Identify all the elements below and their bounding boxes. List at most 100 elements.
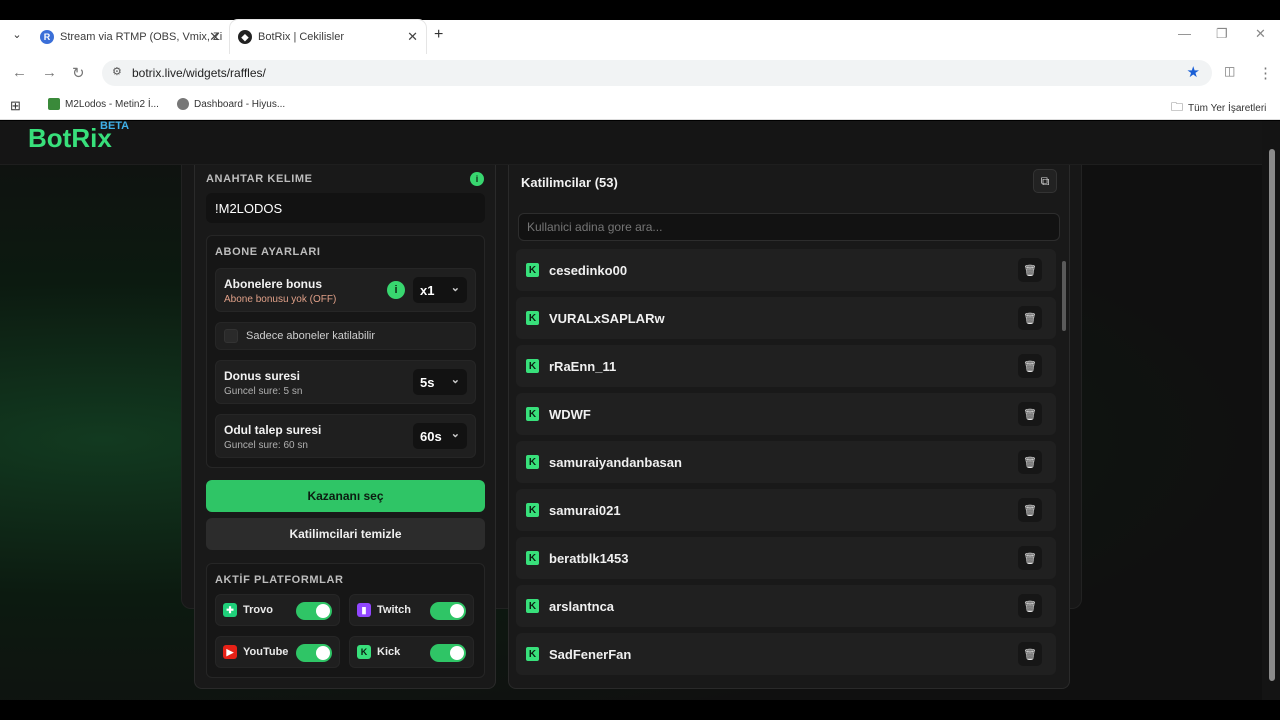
twitch-toggle[interactable] bbox=[430, 602, 466, 620]
platform-name: Trovo bbox=[243, 604, 273, 616]
active-platforms-box: AKTİF PLATFORMLAR ✚ Trovo ▮ Twitch ▶ You… bbox=[206, 563, 485, 678]
trash-icon[interactable]: 🗑 bbox=[1018, 498, 1042, 522]
page-scrollbar-thumb[interactable] bbox=[1269, 149, 1275, 681]
return-time-value: 5s bbox=[420, 374, 435, 390]
participant-item[interactable]: Kberatblk1453 🗑 bbox=[516, 537, 1056, 579]
participants-title: Katilimcilar (53) bbox=[521, 175, 618, 190]
participant-item[interactable]: K VURALxSAPLARw 🗑 bbox=[516, 297, 1056, 339]
active-platforms-label: AKTİF PLATFORMLAR bbox=[215, 574, 344, 586]
kick-icon: K bbox=[526, 599, 539, 613]
close-tab-icon[interactable]: ✕ bbox=[209, 29, 220, 45]
all-bookmarks-folder[interactable]: 🗀 Tüm Yer İşaretleri bbox=[1171, 98, 1266, 119]
new-tab-icon[interactable]: + bbox=[434, 26, 443, 44]
app-header: BotRix BETA bbox=[0, 121, 1262, 165]
url-text: botrix.live/widgets/raffles/ bbox=[132, 66, 266, 80]
copy-icon[interactable]: ⧉ bbox=[1033, 169, 1057, 193]
platform-name: Twitch bbox=[377, 604, 412, 616]
restore-icon[interactable]: ❐ bbox=[1216, 26, 1228, 42]
kick-icon: K bbox=[526, 503, 539, 517]
twitch-icon: ▮ bbox=[357, 603, 371, 617]
participant-item[interactable]: K WDWF 🗑 bbox=[516, 393, 1056, 435]
subscriber-settings-label: ABONE AYARLARI bbox=[215, 246, 321, 258]
botrix-favicon-icon: ◆ bbox=[238, 30, 252, 44]
apps-grid-icon[interactable]: ⊞ bbox=[10, 98, 21, 114]
subscribers-only-checkbox[interactable] bbox=[224, 329, 238, 343]
back-icon[interactable]: ← bbox=[12, 64, 27, 81]
trash-icon[interactable]: 🗑 bbox=[1018, 642, 1042, 666]
trash-icon[interactable]: 🗑 bbox=[1018, 450, 1042, 474]
return-time-select[interactable]: 5s ⌄ bbox=[413, 369, 467, 395]
rtmp-favicon-icon: R bbox=[40, 30, 54, 44]
tab-search-dropdown[interactable]: ⌄ bbox=[8, 28, 26, 46]
bookmark-label: Dashboard - Hiyus... bbox=[194, 98, 286, 110]
globe-icon bbox=[177, 98, 189, 110]
subscriber-bonus-select[interactable]: x1 ⌄ bbox=[413, 277, 467, 303]
kick-toggle[interactable] bbox=[430, 644, 466, 662]
extension-icon[interactable]: ◫ bbox=[1224, 64, 1235, 78]
participant-search-input[interactable] bbox=[518, 213, 1060, 241]
participant-list-scrollbar[interactable] bbox=[1062, 261, 1066, 331]
return-time-title: Donus suresi bbox=[224, 369, 301, 383]
claim-time-select[interactable]: 60s ⌄ bbox=[413, 423, 467, 449]
tab-stream-rtmp[interactable]: R Stream via RTMP (OBS, Vmix, Zi ✕ bbox=[32, 20, 228, 54]
participant-username: beratblk1453 bbox=[549, 550, 629, 566]
participant-username: arslantnca bbox=[549, 598, 615, 614]
close-window-icon[interactable]: ✕ bbox=[1255, 26, 1266, 42]
subscriber-bonus-info-icon[interactable]: i bbox=[387, 281, 405, 299]
platform-twitch: ▮ Twitch bbox=[349, 594, 474, 626]
trovo-icon: ✚ bbox=[223, 603, 237, 617]
participant-list: Kcesedinko00 🗑 K VURALxSAPLARw 🗑 KrRaEnn_11 🗑 K… bbox=[516, 249, 1058, 681]
menu-icon[interactable]: ⋮ bbox=[1258, 64, 1273, 82]
trash-icon[interactable]: 🗑 bbox=[1018, 258, 1042, 282]
keyword-input[interactable]: !M2LODOS bbox=[206, 193, 485, 223]
forward-icon[interactable]: → bbox=[42, 64, 57, 81]
platform-trovo: ✚ Trovo bbox=[215, 594, 340, 626]
clear-participants-button[interactable]: Katilimcilari temizle bbox=[206, 518, 485, 550]
bookmark-dashboard[interactable]: Dashboard - Hiyus... bbox=[177, 98, 285, 110]
claim-time-row: Odul talep suresi Guncel sure: 60 sn 60s… bbox=[215, 414, 476, 458]
reload-icon[interactable]: ↻ bbox=[72, 64, 85, 82]
participant-item[interactable]: Kcesedinko00 🗑 bbox=[516, 249, 1056, 291]
return-time-current: Guncel sure: 5 sn bbox=[224, 386, 303, 397]
trash-icon[interactable]: 🗑 bbox=[1018, 594, 1042, 618]
subscriber-bonus-value: x1 bbox=[420, 282, 435, 298]
minimize-icon[interactable]: — bbox=[1178, 26, 1191, 41]
participant-username: samurai021 bbox=[549, 502, 621, 518]
screen: ⌄ R Stream via RTMP (OBS, Vmix, Zi ✕ ◆ B… bbox=[0, 0, 1280, 720]
subscribers-only-row[interactable]: Sadece aboneler katilabilir bbox=[215, 322, 476, 350]
trash-icon[interactable]: 🗑 bbox=[1018, 306, 1042, 330]
m2lodos-favicon-icon bbox=[48, 98, 60, 110]
keyword-info-icon[interactable]: i bbox=[470, 172, 484, 186]
trovo-toggle[interactable] bbox=[296, 602, 332, 620]
tab-botrix-raffles[interactable]: ◆ BotRix | Cekilisler ✕ bbox=[230, 20, 426, 54]
page-scrollbar[interactable] bbox=[1262, 121, 1280, 700]
bookmark-star-icon[interactable]: ★ bbox=[1187, 63, 1200, 81]
youtube-toggle[interactable] bbox=[296, 644, 332, 662]
browser-tab-bar: ⌄ R Stream via RTMP (OBS, Vmix, Zi ✕ ◆ B… bbox=[0, 20, 1280, 54]
platform-name: Kick bbox=[377, 646, 401, 658]
participant-item[interactable]: KrRaEnn_11 🗑 bbox=[516, 345, 1056, 387]
participant-username: samuraiyandanbasan bbox=[549, 454, 682, 470]
claim-time-current: Guncel sure: 60 sn bbox=[224, 440, 308, 451]
pick-winner-button[interactable]: Kazananı seç bbox=[206, 480, 485, 512]
trash-icon[interactable]: 🗑 bbox=[1018, 546, 1042, 570]
participant-username: rRaEnn_11 bbox=[549, 358, 617, 374]
subscriber-settings-box: ABONE AYARLARI Abonelere bonus Abone bon… bbox=[206, 235, 485, 468]
participant-item[interactable]: K SadFenerFan 🗑 bbox=[516, 633, 1056, 675]
trash-icon[interactable]: 🗑 bbox=[1018, 354, 1042, 378]
kick-icon: K bbox=[357, 645, 371, 659]
close-tab-icon[interactable]: ✕ bbox=[407, 29, 418, 45]
kick-icon: K bbox=[526, 407, 539, 421]
page-content: BotRix BETA ANAHTAR KELIME i !M2LODOS AB… bbox=[0, 121, 1280, 700]
bookmark-m2lodos[interactable]: M2Lodos - Metin2 İ... bbox=[48, 98, 159, 110]
chevron-down-icon: ⌄ bbox=[450, 428, 460, 440]
trash-icon[interactable]: 🗑 bbox=[1018, 402, 1042, 426]
address-bar[interactable]: ⚙ botrix.live/widgets/raffles/ ★ bbox=[102, 60, 1212, 86]
site-info-icon[interactable]: ⚙ bbox=[112, 65, 122, 78]
participant-item[interactable]: Karslantnca 🗑 bbox=[516, 585, 1056, 627]
participant-item[interactable]: Ksamurai021 🗑 bbox=[516, 489, 1056, 531]
kick-icon: K bbox=[526, 311, 539, 325]
raffle-settings-panel: ANAHTAR KELIME i !M2LODOS ABONE AYARLARI… bbox=[194, 165, 496, 689]
platform-name: YouTube bbox=[243, 646, 289, 658]
participant-item[interactable]: Ksamuraiyandanbasan 🗑 bbox=[516, 441, 1056, 483]
